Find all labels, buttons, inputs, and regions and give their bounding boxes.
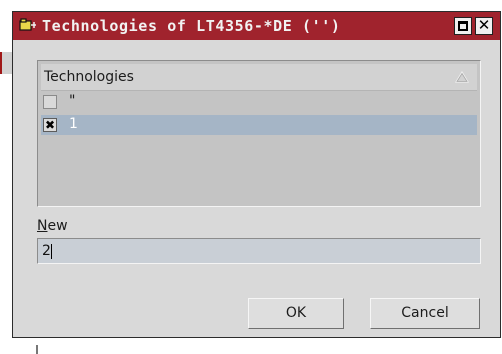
new-technology-input[interactable]: 2 [37, 238, 481, 264]
item-checkbox[interactable] [43, 95, 57, 109]
technologies-list[interactable]: Technologies " ✖ 1 [37, 60, 481, 207]
background-window-edge [0, 52, 12, 74]
title-bar[interactable]: Technologies of LT4356-*DE ('') ✕ [13, 12, 500, 40]
maximize-icon [458, 21, 468, 31]
check-mark-icon: ✖ [44, 118, 56, 132]
maximize-button[interactable] [454, 17, 472, 35]
list-item-label: " [69, 93, 76, 109]
list-item-label: 1 [69, 116, 78, 132]
item-checkbox-checked[interactable]: ✖ [43, 118, 57, 132]
folder-pin-icon[interactable] [19, 17, 37, 33]
new-label-rest: ew [47, 218, 68, 234]
sort-up-icon [454, 70, 470, 83]
list-item-selected[interactable]: ✖ 1 [41, 115, 477, 135]
list-column-header[interactable]: Technologies [41, 64, 477, 91]
new-label-mnemonic: N [37, 218, 48, 234]
cancel-button[interactable]: Cancel [370, 298, 480, 329]
technologies-dialog: Technologies of LT4356-*DE ('') ✕ Techno… [12, 11, 501, 338]
close-button[interactable]: ✕ [475, 16, 493, 35]
text-caret [51, 244, 52, 259]
new-field-label: New [37, 218, 68, 234]
column-header-label: Technologies [44, 69, 134, 85]
close-icon: ✕ [477, 16, 491, 34]
ok-button[interactable]: OK [248, 298, 344, 329]
window-title: Technologies of LT4356-*DE ('') [42, 17, 341, 35]
background-window-fragment [36, 345, 38, 354]
list-item[interactable]: " [41, 92, 477, 112]
new-technology-value: 2 [42, 243, 51, 259]
